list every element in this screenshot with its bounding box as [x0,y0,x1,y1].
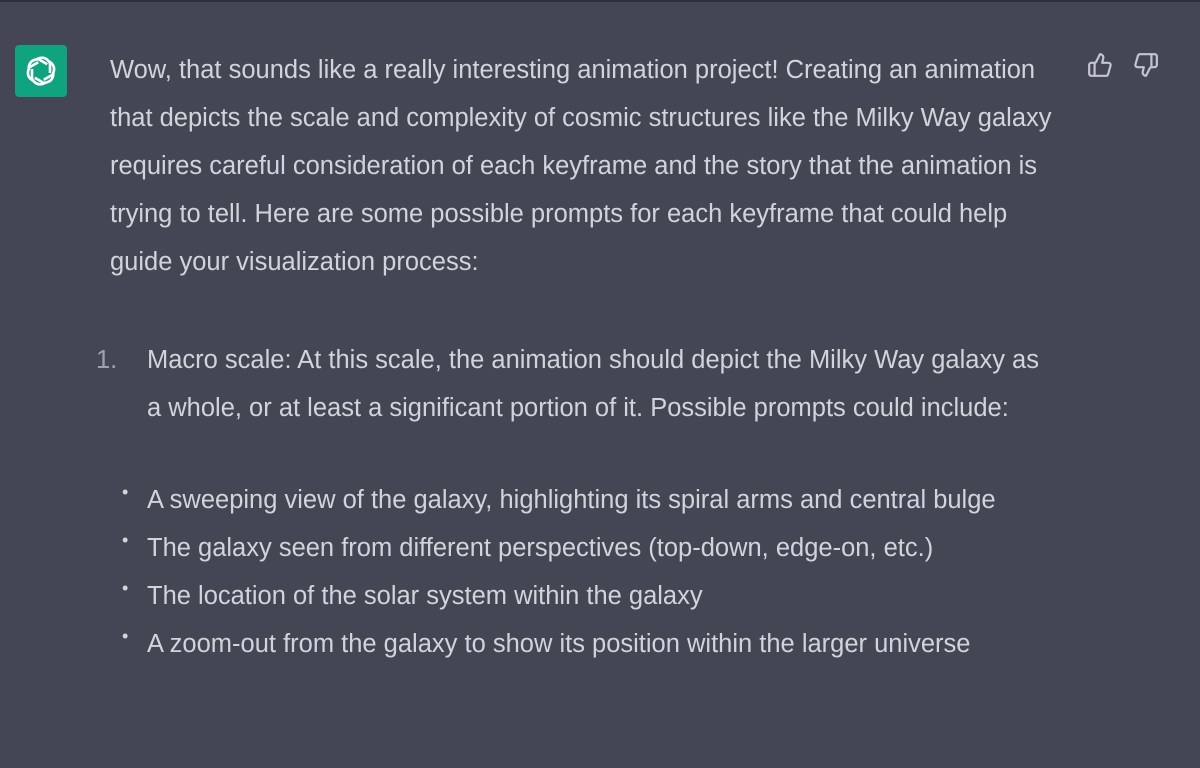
bullet-text: The galaxy seen from different perspecti… [147,534,934,562]
message-intro: Wow, that sounds like a really interesti… [110,56,1052,276]
assistant-avatar [15,45,67,97]
top-divider [0,0,1200,2]
thumbs-up-button[interactable] [1086,51,1114,79]
bullet-item: • The location of the solar system withi… [110,572,1067,620]
bullet-item: • A zoom-out from the galaxy to show its… [110,620,1067,668]
numbered-list-item: 1. Macro scale: At this scale, the anima… [96,336,1047,432]
bullet-item: • A sweeping view of the galaxy, highlig… [110,476,1067,524]
bullet-dot: • [122,530,129,550]
list-number: 1. [96,346,118,374]
assistant-message: Wow, that sounds like a really interesti… [96,46,1090,668]
openai-logo-icon [26,56,56,86]
bullet-dot: • [122,482,129,502]
bullet-dot: • [122,578,129,598]
list-item-text: Macro scale: At this scale, the animatio… [147,346,1039,422]
bullet-text: A zoom-out from the galaxy to show its p… [147,630,971,658]
thumbs-down-button[interactable] [1132,51,1160,79]
bullet-list: • A sweeping view of the galaxy, highlig… [110,476,1090,668]
feedback-buttons [1086,51,1160,79]
bullet-text: A sweeping view of the galaxy, highlight… [147,486,996,514]
thumbs-up-icon [1088,53,1112,77]
bullet-item: • The galaxy seen from different perspec… [110,524,1067,572]
bullet-text: The location of the solar system within … [147,582,703,610]
thumbs-down-icon [1134,53,1158,77]
bullet-dot: • [122,626,129,646]
